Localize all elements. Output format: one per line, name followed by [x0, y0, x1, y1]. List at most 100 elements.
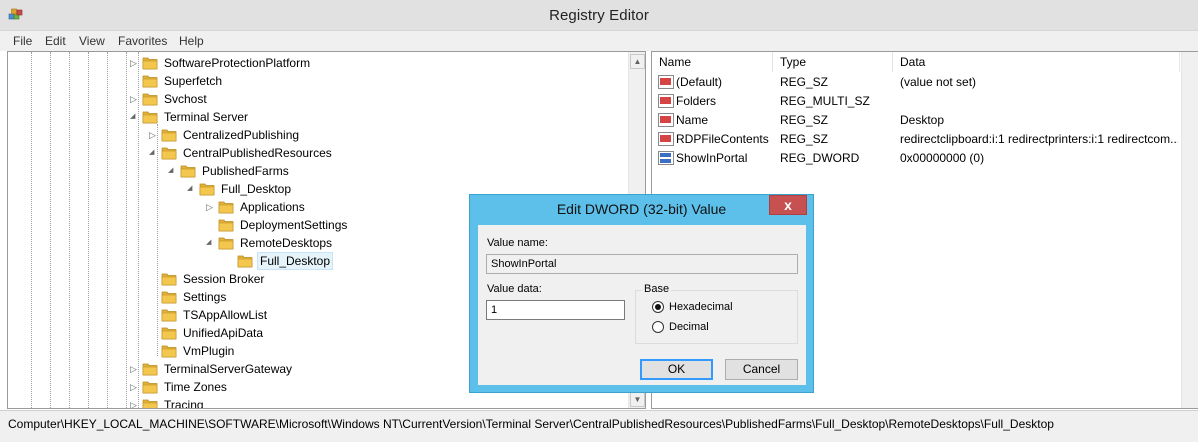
tree-item-label: Terminal Server	[164, 110, 249, 124]
tree-guide-line	[69, 52, 70, 408]
base-groupbox: Base Hexadecimal Decimal	[635, 283, 798, 344]
value-row[interactable]: RDPFileContents REG_SZ redirectclipboard:i…	[652, 130, 1197, 149]
tree-item-label: Applications	[240, 200, 305, 214]
menu-edit[interactable]: Edit	[45, 34, 66, 48]
string-value-icon	[658, 132, 674, 146]
value-data-label: Value data:	[487, 283, 542, 295]
ok-button[interactable]: OK	[640, 359, 713, 380]
tree-guide-line	[88, 52, 89, 408]
string-value-icon	[658, 113, 674, 127]
folder-icon	[180, 165, 196, 178]
tree-item-label: SoftwareProtectionPlatform	[164, 56, 311, 70]
tree-item-label: Full_Desktop	[221, 182, 292, 196]
string-value-icon	[658, 94, 674, 108]
value-data-cell: 0x00000000 (0)	[900, 151, 985, 165]
expand-arrow-icon[interactable]: ▷	[130, 396, 140, 408]
menu-favorites[interactable]: Favorites	[118, 34, 167, 48]
folder-icon	[237, 255, 253, 268]
value-type-cell: REG_DWORD	[780, 151, 860, 165]
column-header-type[interactable]: Type	[773, 52, 893, 72]
menu-file[interactable]: File	[13, 34, 32, 48]
value-type-cell: REG_SZ	[780, 113, 829, 127]
list-scrollbar[interactable]	[1181, 52, 1198, 408]
value-name-cell: (Default)	[676, 75, 723, 89]
value-row[interactable]: ShowInPortal REG_DWORD 0x00000000 (0)	[652, 149, 1197, 168]
dialog-body: Value name: ShowInPortal Value data: 1 B…	[478, 225, 806, 385]
tree-item-label: UnifiedApiData	[183, 326, 264, 340]
column-header-name[interactable]: Name	[652, 52, 773, 72]
folder-icon	[161, 291, 177, 304]
value-data-cell: redirectclipboard:i:1 redirectprinters:i…	[900, 132, 1178, 146]
collapse-arrow-icon[interactable]: ◢	[187, 180, 197, 198]
expand-arrow-icon[interactable]: ▷	[130, 54, 140, 72]
scroll-down-button[interactable]: ▼	[630, 392, 645, 407]
folder-icon	[142, 93, 158, 106]
tree-item-label: CentralPublishedResources	[183, 146, 332, 160]
value-type-cell: REG_SZ	[780, 132, 829, 146]
tree-item-label: Full_Desktop	[257, 252, 334, 270]
collapse-arrow-icon[interactable]: ◢	[168, 162, 178, 180]
folder-icon	[142, 111, 158, 124]
dialog-close-button[interactable]: x	[769, 195, 807, 215]
folder-icon	[161, 147, 177, 160]
window-title: Registry Editor	[549, 7, 649, 24]
tree-item-label: Superfetch	[164, 74, 223, 88]
expand-arrow-icon[interactable]: ▷	[206, 198, 216, 216]
folder-icon	[161, 327, 177, 340]
value-type-cell: REG_SZ	[780, 75, 829, 89]
value-data-input[interactable]: 1	[486, 300, 625, 320]
tree-guide-line	[107, 52, 108, 408]
value-row[interactable]: Name REG_SZ Desktop	[652, 111, 1197, 130]
collapse-arrow-icon[interactable]: ◢	[149, 144, 159, 162]
value-row[interactable]: Folders REG_MULTI_SZ	[652, 92, 1197, 111]
value-row[interactable]: (Default) REG_SZ (value not set)	[652, 73, 1197, 92]
column-header-data[interactable]: Data	[893, 52, 1180, 72]
string-value-icon	[658, 75, 674, 89]
tree-item-label: Session Broker	[183, 272, 265, 286]
radio-checked-icon	[652, 301, 664, 313]
binary-value-icon	[658, 151, 674, 165]
tree-guide-line	[126, 52, 127, 408]
base-label: Base	[642, 283, 672, 295]
tree-item-label: TerminalServerGateway	[164, 362, 293, 376]
value-type-cell: REG_MULTI_SZ	[780, 94, 870, 108]
folder-icon	[142, 399, 158, 408]
value-name-cell: Folders	[676, 94, 717, 108]
menu-bar: File Edit View Favorites Help	[0, 31, 1198, 51]
expand-arrow-icon[interactable]: ▷	[149, 126, 159, 144]
radio-unchecked-icon	[652, 321, 664, 333]
value-name-label: Value name:	[487, 237, 548, 249]
dialog-title: Edit DWORD (32-bit) Value	[556, 201, 727, 217]
value-name-field: ShowInPortal	[486, 254, 798, 274]
expand-arrow-icon[interactable]: ▷	[130, 360, 140, 378]
value-name-cell: RDPFileContents	[676, 132, 769, 146]
value-name-cell: Name	[676, 113, 709, 127]
menu-view[interactable]: View	[79, 34, 105, 48]
tree-item-label: RemoteDesktops	[240, 236, 333, 250]
tree-item-label: Tracing	[164, 398, 204, 409]
folder-icon	[161, 345, 177, 358]
status-bar: Computer\HKEY_LOCAL_MACHINE\SOFTWARE\Mic…	[0, 410, 1198, 442]
edit-dword-dialog: Edit DWORD (32-bit) Value x Value name: …	[469, 194, 814, 393]
tree-item-label: Settings	[183, 290, 227, 304]
scroll-up-button[interactable]: ▲	[630, 54, 645, 69]
hexadecimal-label: Hexadecimal	[669, 301, 733, 313]
title-bar: Registry Editor	[0, 0, 1198, 31]
tree-item-label: Svchost	[164, 92, 207, 106]
value-data-cell: Desktop	[900, 113, 945, 127]
expand-arrow-icon[interactable]: ▷	[130, 378, 140, 396]
collapse-arrow-icon[interactable]: ◢	[130, 108, 140, 126]
tree-item-label: DeploymentSettings	[240, 218, 348, 232]
folder-icon	[161, 309, 177, 322]
folder-icon	[142, 75, 158, 88]
menu-help[interactable]: Help	[179, 34, 204, 48]
folder-icon	[142, 363, 158, 376]
expand-arrow-icon[interactable]: ▷	[130, 90, 140, 108]
tree-item-label: Time Zones	[164, 380, 227, 394]
folder-icon	[161, 129, 177, 142]
folder-icon	[142, 381, 158, 394]
cancel-button[interactable]: Cancel	[725, 359, 798, 380]
collapse-arrow-icon[interactable]: ◢	[206, 234, 216, 252]
decimal-label: Decimal	[669, 321, 709, 333]
folder-icon	[199, 183, 215, 196]
